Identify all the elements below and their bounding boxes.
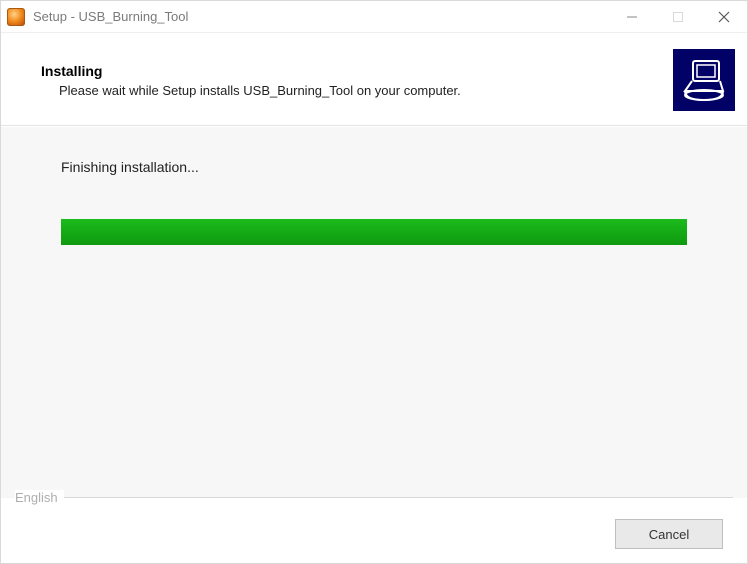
setup-window: Setup - USB_Burning_Tool Installing Plea… bbox=[0, 0, 748, 564]
progress-fill bbox=[61, 219, 687, 245]
maximize-button bbox=[655, 1, 701, 32]
titlebar: Setup - USB_Burning_Tool bbox=[1, 1, 747, 33]
maximize-icon bbox=[673, 12, 683, 22]
installer-icon bbox=[673, 49, 735, 111]
window-controls bbox=[609, 1, 747, 32]
cancel-button[interactable]: Cancel bbox=[615, 519, 723, 549]
wizard-heading: Installing bbox=[41, 63, 673, 79]
close-button[interactable] bbox=[701, 1, 747, 32]
wizard-footer: English Cancel bbox=[1, 490, 747, 563]
status-text: Finishing installation... bbox=[61, 159, 687, 175]
wizard-header: Installing Please wait while Setup insta… bbox=[1, 33, 747, 126]
language-divider: English bbox=[15, 490, 733, 505]
progress-bar bbox=[61, 219, 687, 245]
minimize-icon bbox=[627, 12, 637, 22]
button-row: Cancel bbox=[15, 519, 733, 549]
wizard-subtext: Please wait while Setup installs USB_Bur… bbox=[41, 83, 673, 98]
close-icon bbox=[718, 11, 730, 23]
minimize-button[interactable] bbox=[609, 1, 655, 32]
window-title: Setup - USB_Burning_Tool bbox=[33, 9, 609, 24]
wizard-content: Finishing installation... bbox=[1, 126, 747, 498]
app-icon bbox=[7, 8, 25, 26]
language-label: English bbox=[15, 490, 64, 505]
